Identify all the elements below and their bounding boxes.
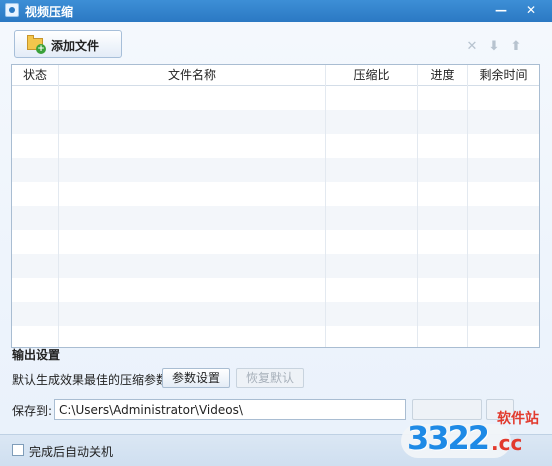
auto-shutdown-label[interactable]: 完成后自动关机 [29,443,113,460]
auto-shutdown-checkbox[interactable] [12,444,24,456]
table-body[interactable] [12,86,539,347]
table-row [12,158,539,182]
column-divider [417,65,418,347]
restore-default-button[interactable]: 恢复默认 [236,368,304,388]
column-divider [58,65,59,347]
minimize-button[interactable]: — [490,2,512,19]
column-header-status[interactable]: 状态 [12,65,59,85]
watermark-digits: 3322 [407,419,490,457]
watermark-domain: .cc [491,431,523,455]
watermark-site-name: 软件站 [497,411,539,427]
column-divider [467,65,468,347]
table-row [12,182,539,206]
table-row [12,206,539,230]
table-row [12,134,539,158]
table-row [12,326,539,347]
table-row [12,230,539,254]
output-settings-title: 输出设置 [12,348,61,362]
column-divider [325,65,326,347]
arrow-down-icon[interactable]: ⬇ [487,40,501,54]
table-header: 状态 文件名称 压缩比 进度 剩余时间 [12,65,539,86]
column-header-ratio[interactable]: 压缩比 [326,65,418,85]
save-to-label: 保存到: [12,404,53,418]
column-header-remaining[interactable]: 剩余时间 [468,65,539,85]
file-table[interactable]: 状态 文件名称 压缩比 进度 剩余时间 [11,64,540,348]
arrow-up-icon[interactable]: ⬆ [509,40,523,54]
output-description: 默认生成效果最佳的压缩参数 [12,373,169,387]
folder-add-icon [27,35,46,54]
close-button[interactable]: ✕ [520,2,542,19]
save-path-input[interactable] [54,399,406,420]
table-row [12,278,539,302]
add-file-button[interactable]: 添加文件 [14,30,122,58]
app-icon [5,3,19,17]
close-icon[interactable]: ✕ [465,40,479,54]
window-title: 视频压缩 [25,5,74,19]
site-watermark: 3322 .cc 软件站 [397,396,552,465]
table-row [12,86,539,110]
column-header-filename[interactable]: 文件名称 [59,65,326,85]
table-row [12,302,539,326]
table-row [12,110,539,134]
params-settings-button[interactable]: 参数设置 [162,368,230,388]
add-file-label: 添加文件 [51,39,100,53]
column-header-progress[interactable]: 进度 [418,65,468,85]
title-bar: 视频压缩 — ✕ [0,0,552,22]
table-row [12,254,539,278]
